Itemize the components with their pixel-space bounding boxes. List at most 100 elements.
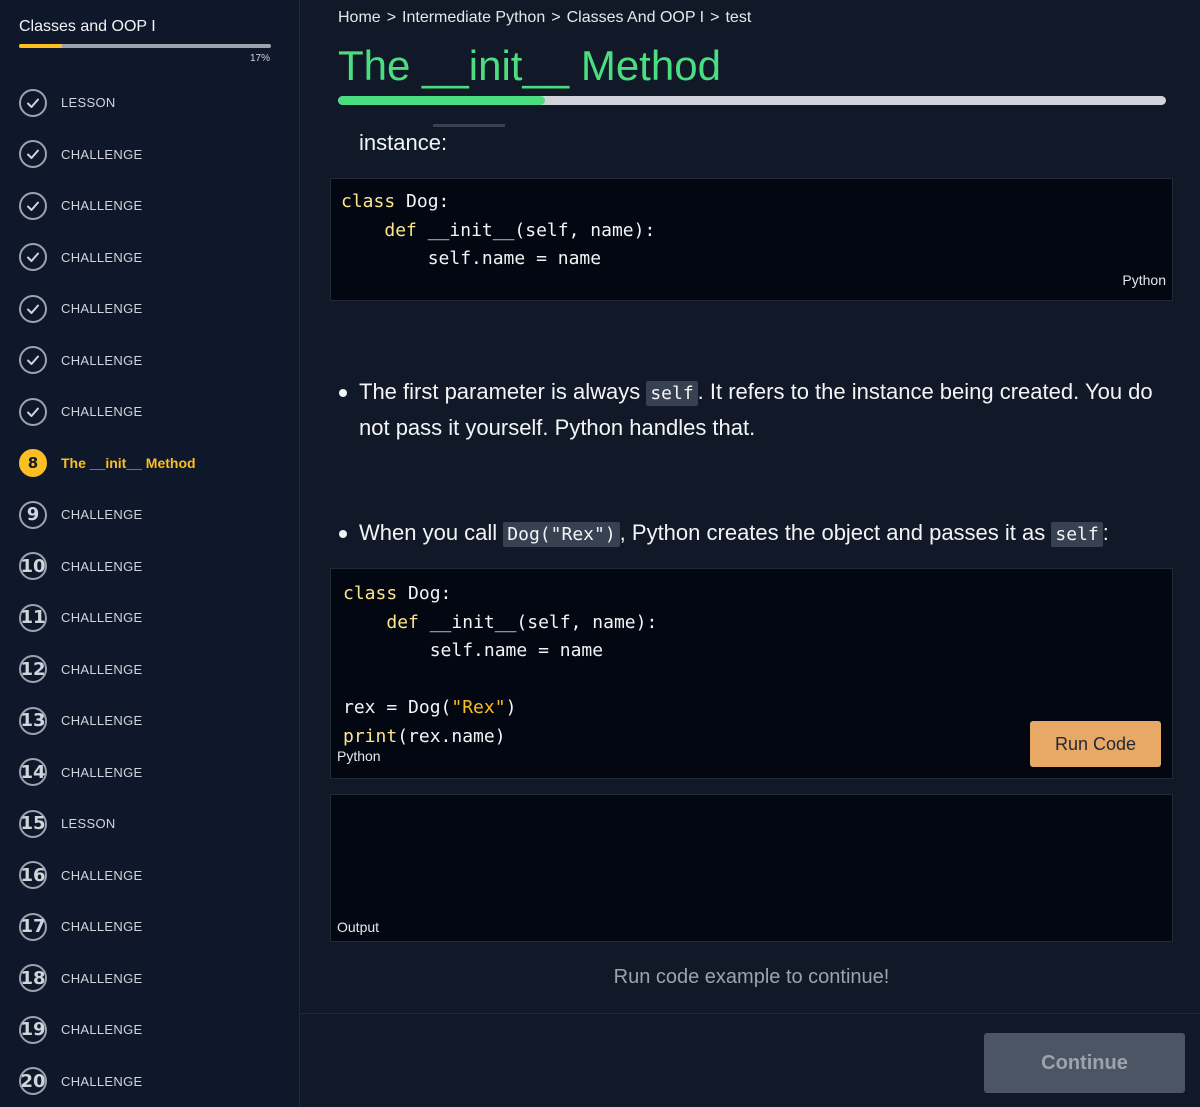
code-token: def [384,219,428,241]
page-title: The __init__ Method [338,42,721,89]
step-number-badge: 16 [19,861,47,889]
run-hint-text: Run code example to continue! [613,966,890,988]
sidebar-item[interactable]: 11 CHALLENGE [0,592,300,643]
step-number-badge: 13 [19,706,47,735]
sidebar-item-label: CHALLENGE [61,249,143,265]
sidebar-item-label: CHALLENGE [61,507,143,522]
sidebar-item-label: The __init__ Method [61,455,196,471]
chevron-right-icon: > [551,9,561,26]
code-token: __init__(self, name): [429,611,658,633]
code-token: def [386,611,430,633]
sidebar-item-label: LESSON [61,816,116,831]
output-panel: Output [330,794,1173,942]
sidebar-item-label: CHALLENGE [61,661,143,677]
sidebar-item-label: CHALLENGE [61,404,143,419]
step-number-badge: 17 [19,912,47,941]
code-editor-language: Python [337,747,381,764]
inline-code-self: self [1051,522,1103,547]
sidebar-item[interactable]: 10 CHALLENGE [0,541,300,592]
sidebar-item[interactable]: CHALLENGE [0,386,300,437]
output-label: Output [337,919,380,935]
step-number-badge: 10 [19,552,47,580]
breadcrumb-link[interactable]: Intermediate Python [402,9,545,27]
check-icon [19,294,47,323]
code-token: class [341,191,407,212]
step-number-badge: 15 [19,809,47,838]
course-progress-bar [19,44,271,48]
footer-divider [300,1013,1200,1014]
check-icon [19,140,47,168]
sidebar-item[interactable]: CHALLENGE [0,180,300,231]
continue-button[interactable]: Continue [984,1033,1185,1093]
code-token: self.name = name [341,248,602,269]
sidebar-item-label: CHALLENGE [61,198,143,213]
sidebar-item[interactable]: CHALLENGE [0,335,300,386]
code-token: (rex.name) [397,725,506,747]
step-number-badge: 9 [19,500,47,529]
step-number-badge: 20 [19,1067,47,1095]
sidebar-item-label: CHALLENGE [61,764,143,780]
check-icon [19,88,47,117]
code-token: class [343,583,409,604]
sidebar-item[interactable]: LESSON [0,77,300,128]
check-icon [19,243,47,271]
sidebar-item[interactable]: 18 CHALLENGE [0,953,300,1004]
code-editor-text[interactable]: class Dog: def __init__(self, name): sel… [343,580,657,751]
sidebar-item[interactable]: 14 CHALLENGE [0,747,300,798]
code-token: Dog: [408,583,452,604]
sidebar-item[interactable]: 20 CHALLENGE [0,1056,300,1107]
step-number-badge: 18 [19,964,47,992]
bullet-dog-call: When you call Dog("Rex"), Python creates… [338,516,1158,552]
intro-text: instance: [359,130,448,155]
breadcrumb-link[interactable]: Classes And OOP I [567,9,705,27]
sidebar-item[interactable]: 15 LESSON [0,798,300,849]
sidebar-item-label: CHALLENGE [61,867,143,883]
check-icon [19,191,47,220]
code-example-1-text: class Dog: def __init__(self, name): sel… [341,188,655,274]
code-example-1-language: Python [1122,271,1166,288]
inline-code-dog-rex: Dog("Rex") [503,522,620,547]
sidebar-item[interactable]: 16 CHALLENGE [0,850,300,901]
bullet-text: : [1102,520,1109,545]
sidebar-item[interactable]: 19 CHALLENGE [0,1004,300,1055]
lesson-progress-fill [338,96,545,105]
code-token: rex = Dog( [343,697,452,718]
sidebar-item-label: CHALLENGE [61,146,143,162]
step-number-badge: 12 [19,655,47,683]
sidebar-item[interactable]: 9 CHALLENGE [0,489,300,540]
sidebar-item-label: CHALLENGE [61,919,143,934]
bullet-text: When you call [359,520,504,545]
code-token: self.name = name [343,640,604,661]
sidebar-item[interactable]: 8 The __init__ Method [0,438,300,489]
breadcrumb: Home > Intermediate Python > Classes And OOP… [338,9,751,27]
sidebar-item[interactable]: 12 CHALLENGE [0,644,300,695]
breadcrumb-link: test [725,9,752,26]
code-token: Dog: [406,191,450,212]
breadcrumb-link[interactable]: Home [338,9,381,27]
sidebar-item[interactable]: CHALLENGE [0,232,300,283]
sidebar-item[interactable]: 13 CHALLENGE [0,695,300,746]
inline-code-self: self [646,381,698,406]
check-icon [19,397,47,426]
sidebar-item[interactable]: CHALLENGE [0,283,300,334]
code-token: ) [505,697,517,718]
step-number-badge: 8 [19,449,47,477]
check-icon [19,346,47,374]
sidebar: Classes and OOP I 17% LESSON CHALLENGE CHA… [0,0,300,1107]
sidebar-item-label: CHALLENGE [61,1022,143,1037]
course-title: Classes and OOP I [19,18,156,35]
code-example-1[interactable]: class Dog: def __init__(self, name): sel… [330,178,1173,301]
step-number-badge: 11 [19,603,47,632]
code-token: __init__(self, name): [427,219,656,241]
course-progress-fill [19,44,62,48]
sidebar-item[interactable]: 17 CHALLENGE [0,901,300,952]
run-code-button[interactable]: Run Code [1030,721,1161,767]
sidebar-item[interactable]: CHALLENGE [0,129,300,180]
sidebar-item-label: CHALLENGE [61,713,143,728]
sidebar-item-label: LESSON [61,95,116,110]
sidebar-item-label: CHALLENGE [61,352,143,368]
bullet-self-parameter: The first parameter is always self. It r… [338,375,1158,445]
code-token: "Rex" [451,697,506,718]
